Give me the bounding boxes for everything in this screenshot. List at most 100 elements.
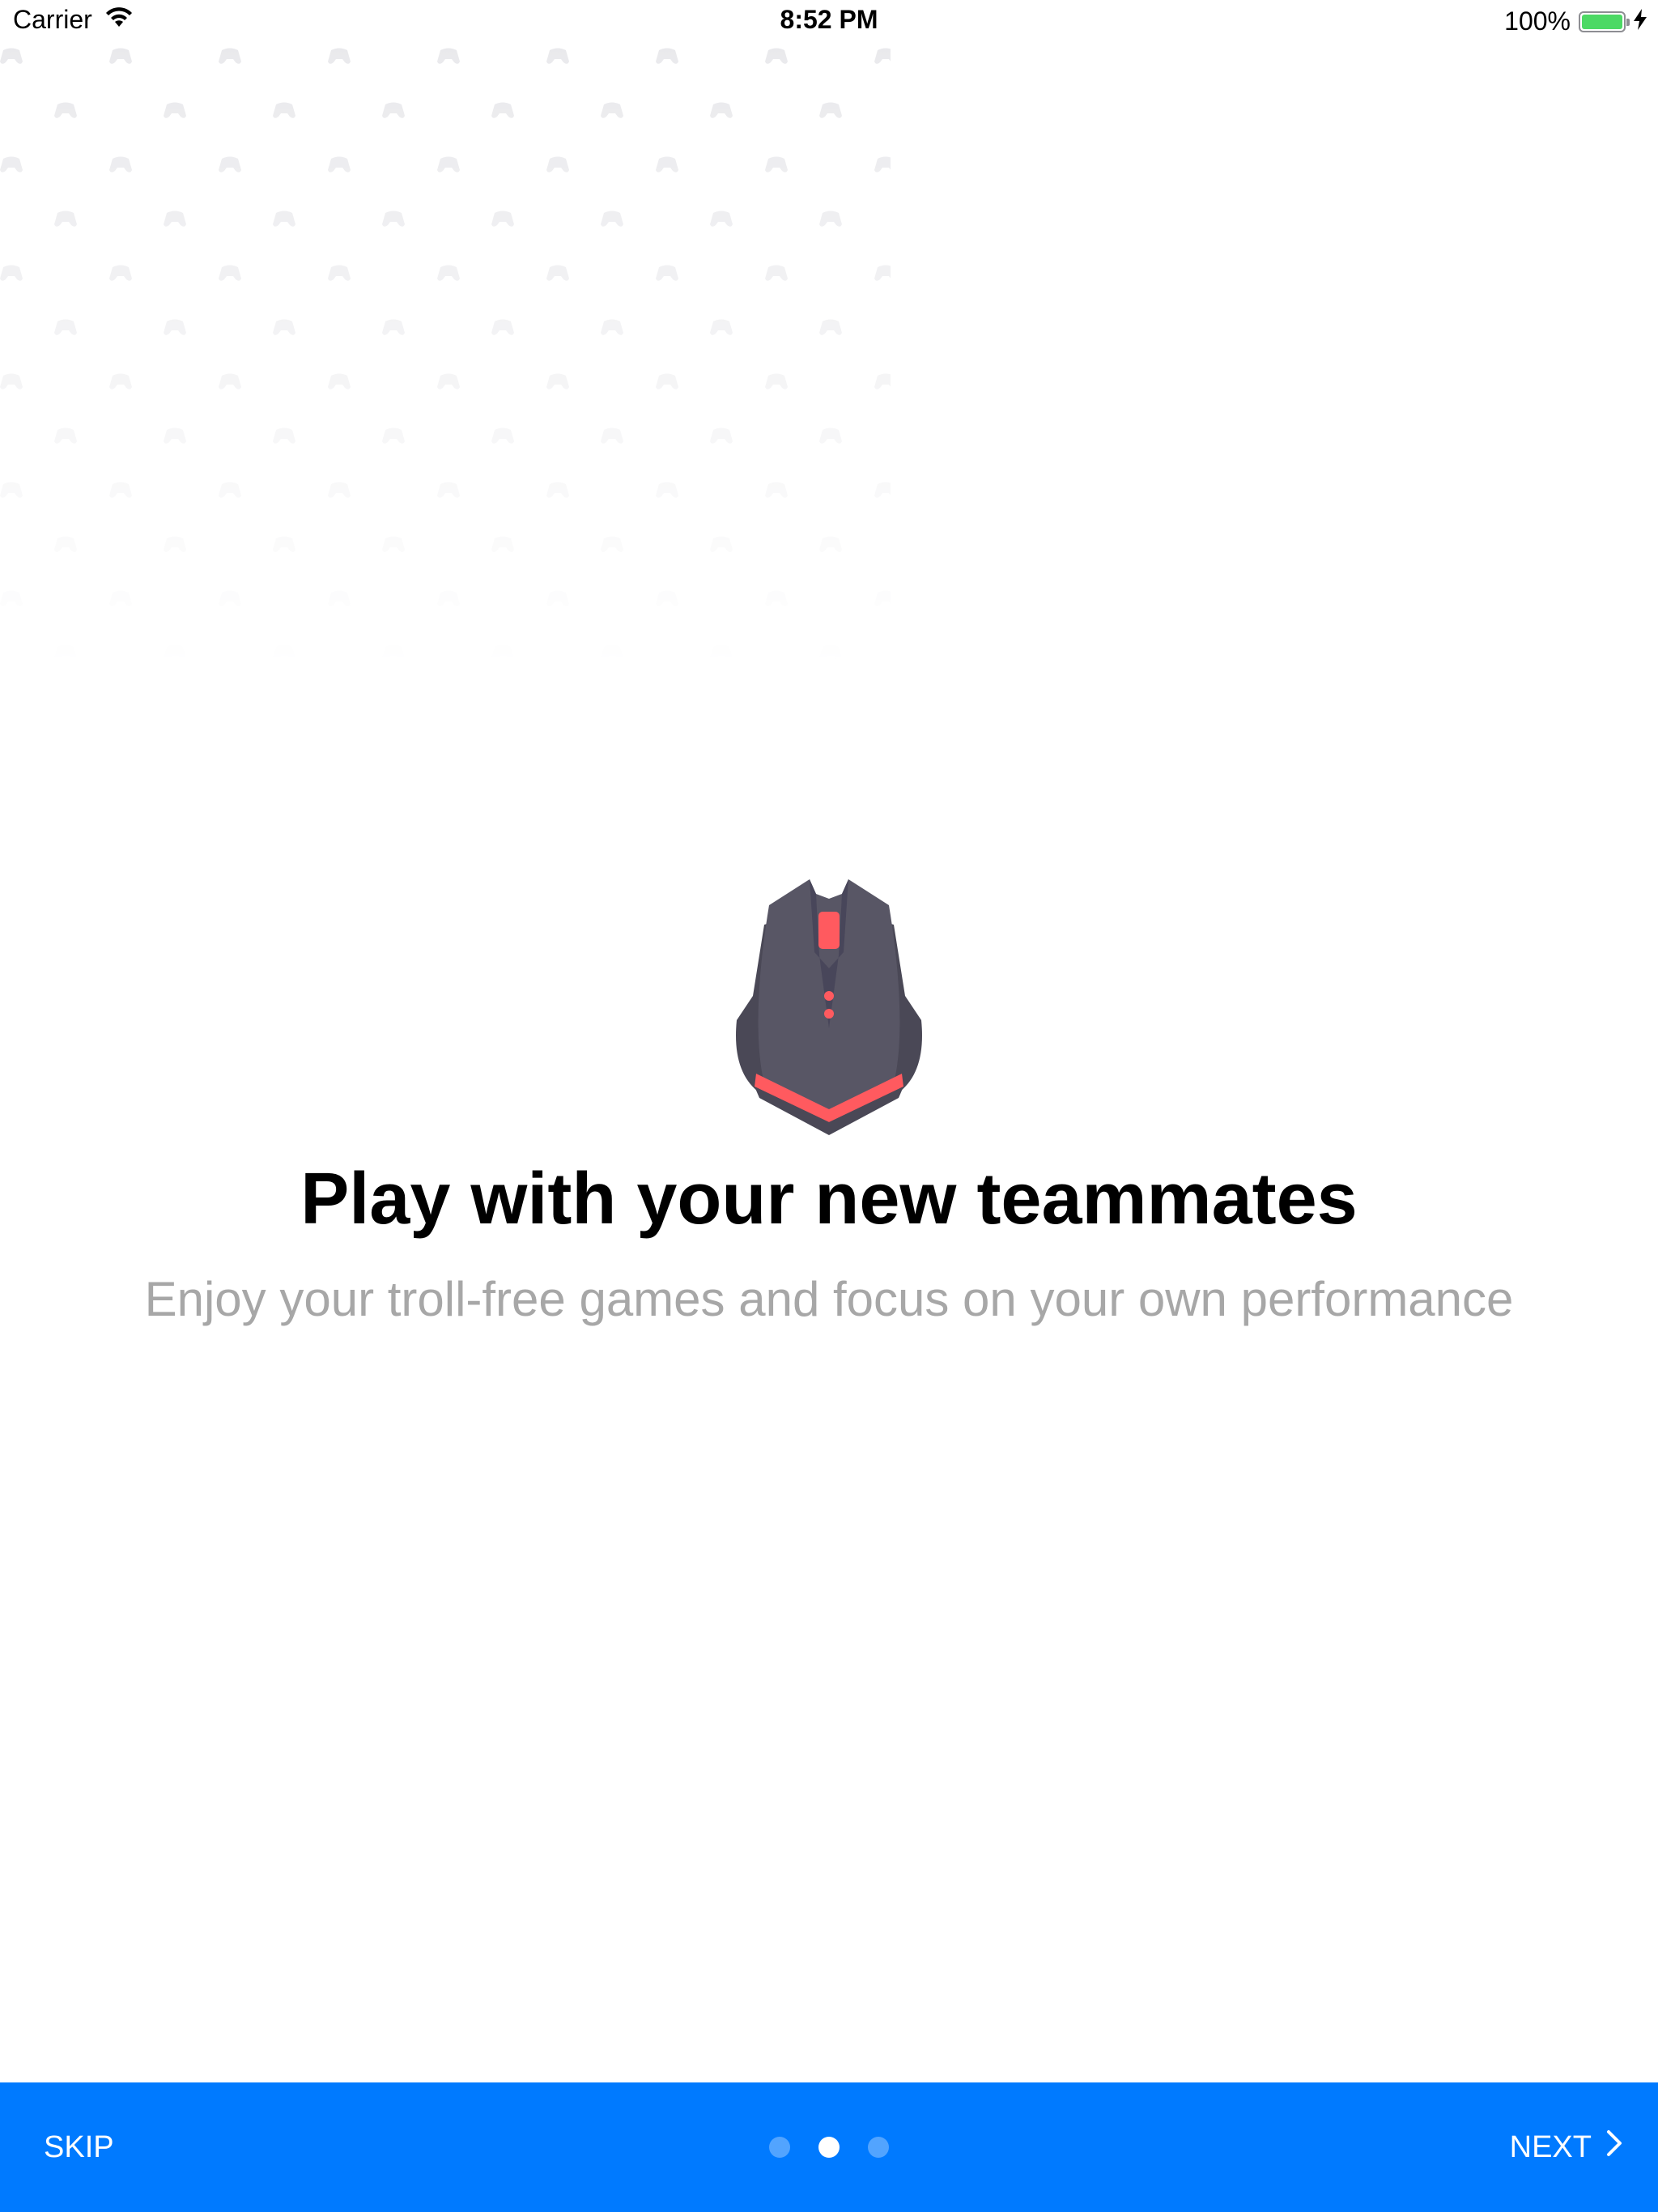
gamepad-icon bbox=[54, 428, 77, 444]
onboarding-subtitle: Enjoy your troll-free games and focus on… bbox=[144, 1272, 1514, 1326]
gamepad-icon bbox=[54, 102, 77, 118]
gamepad-icon bbox=[219, 156, 241, 172]
gamepad-icon bbox=[765, 482, 788, 498]
gamepad-icon bbox=[0, 590, 23, 606]
gamepad-icon bbox=[437, 482, 460, 498]
gamepad-icon bbox=[54, 536, 77, 552]
gamepad-icon bbox=[0, 482, 23, 498]
gamepad-icon bbox=[328, 156, 351, 172]
gamepad-icon bbox=[819, 428, 842, 444]
gamepad-icon bbox=[219, 48, 241, 64]
gamepad-icon bbox=[491, 428, 514, 444]
gamepad-icon bbox=[874, 373, 891, 389]
gamepad-icon bbox=[109, 156, 132, 172]
gamepad-icon bbox=[601, 644, 623, 661]
next-button[interactable]: NEXT bbox=[1510, 2082, 1622, 2212]
gamepad-icon bbox=[710, 319, 733, 335]
gamepad-icon bbox=[0, 373, 23, 389]
gamepad-icon bbox=[219, 373, 241, 389]
gamepad-icon bbox=[273, 319, 295, 335]
page-dot-1[interactable] bbox=[769, 2137, 790, 2158]
gamepad-icon bbox=[710, 102, 733, 118]
gamepad-icon bbox=[273, 211, 295, 227]
gamepad-icon bbox=[491, 211, 514, 227]
page-indicator[interactable] bbox=[769, 2082, 889, 2212]
gamepad-icon bbox=[0, 156, 23, 172]
gamepad-icon bbox=[273, 102, 295, 118]
gamepad-icon bbox=[546, 265, 569, 281]
page-dot-3[interactable] bbox=[868, 2137, 889, 2158]
battery-icon bbox=[1579, 11, 1630, 32]
gamepad-icon bbox=[601, 211, 623, 227]
gamepad-icon bbox=[874, 482, 891, 498]
gamepad-icon bbox=[601, 428, 623, 444]
gamepad-icon bbox=[546, 482, 569, 498]
gamepad-icon bbox=[710, 644, 733, 661]
gamepad-icon bbox=[164, 536, 186, 552]
gamepad-icon bbox=[874, 156, 891, 172]
gamepad-icon bbox=[164, 319, 186, 335]
gamepad-icon bbox=[219, 590, 241, 606]
gamepad-icon bbox=[765, 265, 788, 281]
gamepad-icon bbox=[164, 102, 186, 118]
gamepad-icon bbox=[109, 590, 132, 606]
gamepad-icon bbox=[765, 373, 788, 389]
gamepad-icon bbox=[382, 536, 405, 552]
gamepad-icon bbox=[546, 48, 569, 64]
gamepad-icon bbox=[874, 265, 891, 281]
gamepad-icon bbox=[437, 48, 460, 64]
gamepad-icon bbox=[54, 644, 77, 661]
gamepad-icon bbox=[874, 48, 891, 64]
gamepad-icon bbox=[437, 265, 460, 281]
gamepad-icon bbox=[382, 644, 405, 661]
gamepad-icon bbox=[819, 319, 842, 335]
gamepad-icon bbox=[437, 373, 460, 389]
gamepad-icon bbox=[819, 644, 842, 661]
battery-level-fill bbox=[1582, 14, 1622, 29]
page-dot-2[interactable] bbox=[818, 2137, 840, 2158]
gamepad-icon bbox=[710, 211, 733, 227]
gamepad-icon bbox=[765, 590, 788, 606]
charging-bolt-icon bbox=[1634, 6, 1647, 36]
gamepad-icon bbox=[601, 102, 623, 118]
gamepad-icon bbox=[382, 428, 405, 444]
gamepad-icon bbox=[656, 590, 678, 606]
gamepad-icon bbox=[382, 102, 405, 118]
gamepad-icon bbox=[656, 156, 678, 172]
gamepad-icon bbox=[656, 373, 678, 389]
gamepad-icon bbox=[819, 102, 842, 118]
gamepad-icon bbox=[0, 265, 23, 281]
gamepad-icon bbox=[656, 48, 678, 64]
gamepad-icon bbox=[273, 644, 295, 661]
gamepad-icon bbox=[54, 211, 77, 227]
gamepad-icon bbox=[491, 319, 514, 335]
gamepad-icon bbox=[601, 319, 623, 335]
gamepad-icon bbox=[437, 590, 460, 606]
gamepad-icon bbox=[0, 48, 23, 64]
gamepad-icon bbox=[328, 265, 351, 281]
gamepad-icon bbox=[328, 373, 351, 389]
gamepad-icon bbox=[328, 482, 351, 498]
gamepad-icon bbox=[219, 265, 241, 281]
gamepad-icon bbox=[109, 373, 132, 389]
gamepad-icon bbox=[54, 319, 77, 335]
gamepad-pattern-background bbox=[0, 48, 891, 661]
skip-button[interactable]: SKIP bbox=[44, 2082, 114, 2212]
gamepad-icon bbox=[273, 428, 295, 444]
gamepad-icon bbox=[109, 265, 132, 281]
gamepad-icon bbox=[710, 536, 733, 552]
onboarding-footer: SKIP NEXT bbox=[0, 2082, 1658, 2212]
gamepad-icon bbox=[109, 482, 132, 498]
gamepad-icon bbox=[491, 536, 514, 552]
gamepad-icon bbox=[656, 482, 678, 498]
gamepad-icon bbox=[109, 48, 132, 64]
gamepad-icon bbox=[765, 156, 788, 172]
status-bar: Carrier 8:52 PM 100% bbox=[0, 0, 1658, 45]
gamepad-icon bbox=[819, 536, 842, 552]
gaming-mouse-icon bbox=[736, 879, 922, 1135]
onboarding-title: Play with your new teammates bbox=[300, 1159, 1358, 1240]
gamepad-icon bbox=[328, 48, 351, 64]
gamepad-icon bbox=[164, 644, 186, 661]
gamepad-icon bbox=[546, 590, 569, 606]
battery-group: 100% bbox=[1504, 6, 1647, 36]
